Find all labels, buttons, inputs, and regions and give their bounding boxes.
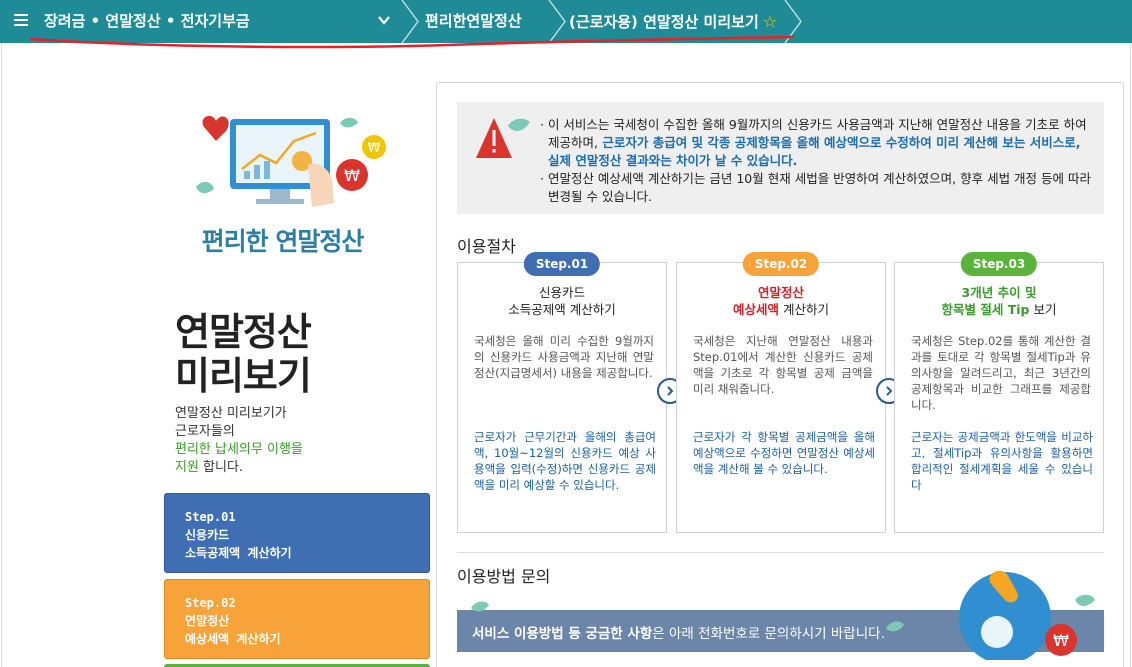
step2-card: Step.02 연말정산 예상세액 계산하기 국세청은 지난해 연말정산 내용과…: [676, 252, 886, 533]
step1-card-highlight: 근로자가 근무기간과 올해의 총급여액, 10월~12월의 신용카드 예상 사용…: [474, 430, 656, 492]
svg-text:₩: ₩: [1053, 631, 1069, 650]
step3-title-line2: 항목별 절세 Tip 보기: [895, 301, 1103, 318]
desc-line4-rest: 합니다.: [198, 460, 244, 475]
desc-line4: 지원 합니다.: [175, 459, 303, 477]
breadcrumb-current-label: (근로자용) 연말정산 미리보기: [569, 13, 759, 31]
desc-line1: 연말정산 미리보기가: [175, 406, 287, 421]
desc-line3: 편리한 납세의무 이행을: [175, 442, 303, 457]
brand-title: 편리한 연말정산: [201, 227, 365, 256]
procedure-title: 이용절차: [457, 237, 516, 256]
breadcrumb-separator-icon: [548, 0, 566, 43]
step1-badge: Step.01: [523, 252, 601, 276]
intro-description: 연말정산 미리보기가 근로자들의 편리한 납세의무 이행을 지원 합니다.: [175, 405, 303, 477]
banner-bold: 서비스 이용방법 등 궁금한 사항: [472, 626, 653, 642]
chevron-down-icon[interactable]: [376, 12, 392, 28]
breadcrumb-convenient-year-end[interactable]: 편리한연말정산: [425, 0, 522, 43]
step2-card-highlight: 근로자가 각 항목별 공제금액을 올해예상액으로 수정하면 연말정산 예상세액을…: [693, 430, 875, 476]
desc-line2: 근로자들의: [175, 424, 235, 439]
notice-p1-b: 근로자가 총급여 및 각종 공제항목을 올해 예상액으로 수정하여 미리 계산해…: [548, 135, 1081, 168]
step1-label: Step.01: [185, 510, 236, 524]
step1-card: Step.01 신용카드 소득공제액 계산하기 국세청은 올해 미리 수집한 9…: [457, 252, 667, 533]
page-title-line2: 미리보기: [175, 354, 312, 398]
step3-card: Step.03 3개년 추이 및 항목별 절세 Tip 보기 국세청은 Step…: [894, 252, 1104, 533]
step1-line2: 신용카드: [185, 528, 230, 542]
breadcrumb-separator-icon: [784, 0, 802, 43]
section-divider: [457, 552, 1104, 553]
notice-text: · 이 서비스는 국세청이 수집한 올해 9월까지의 신용카드 사용금액과 지난…: [540, 116, 1096, 206]
step2-tax-estimate-button[interactable]: Step.02 연말정산 예상세액 계산하기: [164, 579, 430, 659]
step3-card-title: 3개년 추이 및 항목별 절세 Tip 보기: [895, 284, 1103, 318]
desc-line4-green: 지원: [175, 460, 199, 475]
step3-title-line1: 3개년 추이 및: [961, 285, 1037, 300]
page-title: 연말정산 미리보기: [175, 310, 312, 398]
step1-card-body: 국세청은 올해 미리 수집한 9월까지의 신용카드 사용금액과 지난해 연말정산…: [474, 334, 654, 380]
step2-title-line2-rest: 계산하기: [779, 302, 829, 317]
breadcrumb-separator-icon: [401, 0, 419, 43]
step2-card-title: 연말정산 예상세액 계산하기: [677, 284, 885, 318]
step2-label: Step.02: [185, 596, 236, 610]
frame-border: [1130, 43, 1131, 667]
leaf-decoration-icon: [886, 621, 904, 632]
step1-card-title: 신용카드 소득공제액 계산하기: [458, 284, 666, 318]
step2-badge: Step.02: [742, 252, 820, 276]
monitor-chart-illustration: ₩ ₩: [196, 115, 386, 207]
banner-rest: 은 아래 전화번호로 문의하시기 바랍니다.: [652, 626, 885, 642]
step2-title-line1: 연말정산: [757, 285, 804, 300]
step3-badge: Step.03: [960, 252, 1038, 276]
phone-support-illustration: ₩: [959, 570, 1095, 660]
step2-title-line2: 예상세액 계산하기: [677, 301, 885, 318]
step1-title-line1: 신용카드: [538, 285, 585, 300]
step2-line3: 예상세액 계산하기: [185, 632, 281, 646]
step1-credit-card-button[interactable]: Step.01 신용카드 소득공제액 계산하기: [164, 493, 430, 573]
step3-title-line2-green: 항목별 절세 Tip: [941, 302, 1030, 317]
notice-paragraph-1: · 이 서비스는 국세청이 수집한 올해 9월까지의 신용카드 사용금액과 지난…: [540, 117, 1087, 168]
top-breadcrumb-bar: 장려금 • 연말정산 • 전자기부금 편리한연말정산 (근로자용) 연말정산 미…: [0, 0, 1132, 43]
hamburger-menu-icon[interactable]: [14, 14, 28, 28]
step2-card-body: 국세청은 지난해 연말정산 내용과 Step.01에서 계산한 신용카드 공제액…: [693, 334, 873, 396]
page-title-line1: 연말정산: [175, 310, 312, 354]
step3-title-line2-rest: 보기: [1029, 302, 1057, 317]
inquiry-title: 이용방법 문의: [457, 567, 551, 586]
leaf-decoration-icon: [471, 601, 489, 612]
step3-card-body: 국세청은 Step.02를 통해 계산한 결과를 토대로 각 항목별 절세Tip…: [911, 334, 1091, 412]
frame-border: [1, 43, 2, 667]
step1-title-line2: 소득공제액 계산하기: [508, 302, 616, 317]
inquiry-banner-text: 서비스 이용방법 등 궁금한 사항은 아래 전화번호로 문의하시기 바랍니다.: [472, 622, 885, 642]
notice-p2: 연말정산 예상세액 계산하기는 금년 10월 현재 세법을 반영하여 계산하였으…: [547, 171, 1091, 204]
step2-line2: 연말정산: [185, 614, 230, 628]
category-dropdown[interactable]: 장려금 • 연말정산 • 전자기부금: [44, 0, 250, 43]
svg-text:₩: ₩: [344, 166, 360, 185]
step2-title-line2-red: 예상세액: [733, 302, 780, 317]
warning-icon: [476, 118, 530, 158]
step1-line3: 소득공제액 계산하기: [185, 546, 292, 560]
step3-card-highlight: 근로자는 공제금액과 한도액을 비교하고, 절세Tip과 유의사항을 활용하면 …: [911, 430, 1093, 492]
svg-text:₩: ₩: [368, 141, 381, 156]
favorite-star-icon[interactable]: ☆: [763, 12, 777, 31]
notice-paragraph-2: · 연말정산 예상세액 계산하기는 금년 10월 현재 세법을 반영하여 계산하…: [540, 171, 1091, 204]
breadcrumb-current-page: (근로자용) 연말정산 미리보기 ☆: [569, 0, 777, 43]
